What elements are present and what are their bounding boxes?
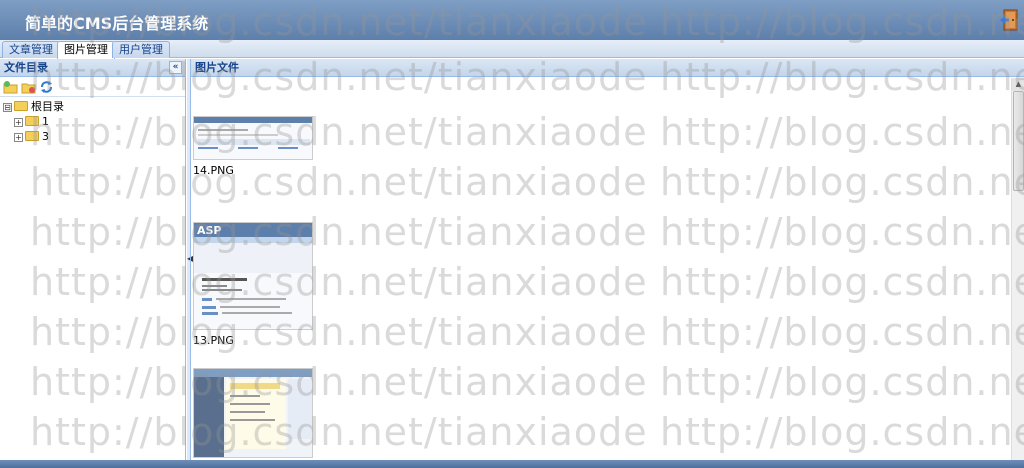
image-item[interactable]: 14.PNG [193,116,313,177]
image-thumbnail[interactable] [193,116,313,160]
image-files-panel: 图片文件 14.PNG ASP 13.PNG ▲ [190,59,1024,460]
vertical-scrollbar[interactable]: ▲ [1011,78,1024,460]
tab-article-management[interactable]: 文章管理 [2,41,60,58]
tab-user-management[interactable]: 用户管理 [112,41,170,58]
app-title: 简单的CMS后台管理系统 [25,14,209,33]
directory-panel: 文件目录 « ⊟ 根目录 +1 + 3 [0,59,186,460]
tree-node-folder-1[interactable]: +1 [14,115,49,129]
scroll-up-icon[interactable]: ▲ [1012,78,1024,91]
thumbnail-preview: ASP [194,223,312,329]
image-files-panel-title: 图片文件 [195,61,239,74]
tree-node-label: 1 [42,115,49,128]
status-bar [0,460,1024,468]
folder-open-icon [14,101,28,111]
image-item[interactable]: ASP 13.PNG [193,222,313,347]
scrollbar-thumb[interactable] [1013,91,1024,191]
tree-expand-toggle[interactable]: + [14,117,23,127]
directory-panel-header: 文件目录 « [0,59,185,77]
header-bar: 简单的CMS后台管理系统 [0,0,1024,40]
directory-panel-title: 文件目录 [4,61,48,74]
new-folder-icon[interactable] [3,80,18,94]
tree-expand-toggle[interactable]: + [14,132,23,142]
tab-image-management[interactable]: 图片管理 [57,41,115,59]
refresh-icon[interactable] [39,80,54,94]
tree-node-root[interactable]: ⊟ 根目录 [3,100,64,114]
delete-folder-icon[interactable] [21,80,36,94]
collapse-panel-button[interactable]: « [169,61,182,74]
image-thumbnail[interactable]: ASP [193,222,313,330]
image-item[interactable] [193,368,313,460]
image-files-panel-header: 图片文件 [191,59,1024,77]
exit-door-icon[interactable] [1000,9,1018,31]
folder-icon [25,131,39,141]
tree-node-label: 根目录 [31,100,64,113]
tree-node-label: 3 [42,130,49,143]
image-thumbnail[interactable] [193,368,313,458]
tree-node-folder-3[interactable]: +3 [14,130,49,144]
image-caption: 13.PNG [193,334,234,347]
image-caption: 14.PNG [193,164,234,177]
svg-text:ASP: ASP [197,224,222,237]
directory-toolbar [0,77,185,97]
thumbnail-preview [194,117,312,159]
app-window: 简单的CMS后台管理系统 文章管理 图片管理 用户管理 文件目录 « ⊟ 根目录… [0,0,1024,468]
folder-icon [25,116,39,126]
image-list: 14.PNG ASP 13.PNG [191,78,1011,460]
tree-collapse-toggle[interactable]: ⊟ [3,102,12,112]
thumbnail-preview [194,369,312,457]
tab-bar: 文章管理 图片管理 用户管理 [0,40,1024,59]
